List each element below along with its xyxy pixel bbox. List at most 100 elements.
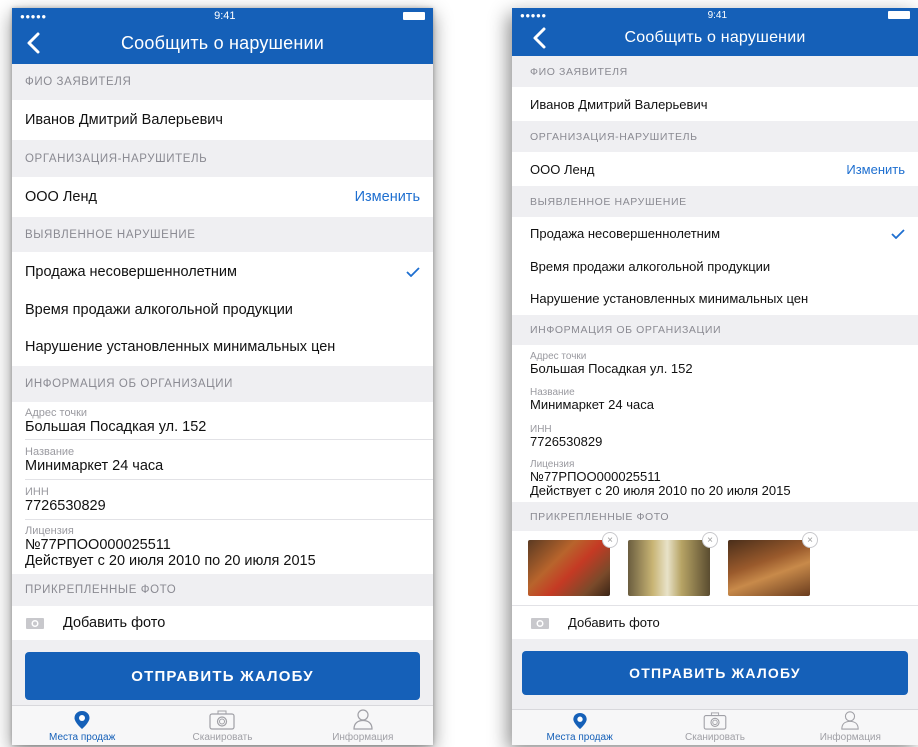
applicant-name: Иванов Дмитрий Валерьевич <box>12 100 433 140</box>
status-bar: ●●●●● 9:41 <box>512 8 918 22</box>
violation-option[interactable]: Нарушение установленных минимальных цен <box>12 328 433 366</box>
camera-icon <box>26 618 44 629</box>
location-pin-icon <box>572 713 587 729</box>
camera-icon <box>209 710 236 730</box>
tab-label: Информация <box>819 732 881 743</box>
attached-photo[interactable]: × <box>728 532 818 596</box>
tab-scan[interactable]: Сканировать <box>647 710 782 745</box>
status-time: 9:41 <box>707 9 728 21</box>
tab-sales-places[interactable]: Места продаж <box>12 706 152 745</box>
add-photo-label: Добавить фото <box>568 615 660 630</box>
submit-area: ОТПРАВИТЬ ЖАЛОБУ <box>12 640 433 712</box>
offender-row: ООО Ленд Изменить <box>512 152 918 186</box>
offender-name: ООО Ленд <box>530 161 595 177</box>
section-photos: ПРИКРЕПЛЕННЫЕ ФОТО <box>12 574 433 606</box>
license-validity: Действует с 20 июля 2010 по 20 июля 2015 <box>25 553 316 569</box>
tab-sales-places[interactable]: Места продаж <box>512 710 647 745</box>
attached-photo[interactable]: × <box>528 532 618 596</box>
section-violation: ВЫЯВЛЕННОЕ НАРУШЕНИЕ <box>12 217 433 252</box>
status-bar: ●●●●● 9:41 <box>12 8 433 24</box>
camera-icon <box>531 617 549 629</box>
add-photo-button[interactable]: Добавить фото <box>512 605 918 639</box>
inn-label: ИНН <box>25 486 49 498</box>
section-applicant: ФИО ЗАЯВИТЕЛЯ <box>512 56 918 87</box>
org-name-field: Название Минимаркет 24 часа <box>12 440 433 480</box>
address-value: Большая Посадкая ул. 152 <box>530 360 693 376</box>
add-photo-label: Добавить фото <box>63 615 166 631</box>
address-label: Адрес точки <box>25 407 88 419</box>
back-arrow-icon[interactable] <box>530 26 550 50</box>
checkmark-icon <box>406 267 420 277</box>
address-value: Большая Посадкая ул. 152 <box>25 419 207 435</box>
tab-bar: Места продаж Сканировать Информация <box>12 705 433 745</box>
violation-option-label: Продажа несовершеннолетним <box>25 264 237 280</box>
org-name-value: Минимаркет 24 часа <box>25 458 164 474</box>
offender-name: ООО Ленд <box>25 189 97 205</box>
applicant-name: Иванов Дмитрий Валерьевич <box>512 87 918 121</box>
tab-label: Сканировать <box>192 732 253 743</box>
violation-option[interactable]: Время продажи алкогольной продукции <box>12 292 433 328</box>
address-field: Адрес точки Большая Посадкая ул. 152 <box>512 345 918 381</box>
inn-field: ИНН 7726530829 <box>12 480 433 520</box>
violation-option[interactable]: Нарушение установленных минимальных цен <box>512 282 918 315</box>
section-offender: ОРГАНИЗАЦИЯ-НАРУШИТЕЛЬ <box>12 140 433 177</box>
violation-option-label: Нарушение установленных минимальных цен <box>25 339 336 355</box>
remove-photo-icon[interactable]: × <box>702 532 718 548</box>
offender-row: ООО Ленд Изменить <box>12 177 433 217</box>
attached-photos: × × × <box>512 531 918 605</box>
signal-indicator: ●●●●● <box>520 10 547 20</box>
signal-indicator: ●●●●● <box>20 11 47 21</box>
section-offender: ОРГАНИЗАЦИЯ-НАРУШИТЕЛЬ <box>512 121 918 152</box>
navigation-bar: Сообщить о нарушении <box>512 22 918 54</box>
address-label: Адрес точки <box>530 350 587 362</box>
person-icon <box>353 709 373 730</box>
change-offender-link[interactable]: Изменить <box>846 162 905 177</box>
violation-option[interactable]: Время продажи алкогольной продукции <box>512 250 918 282</box>
license-field: Лицензия №77РПОО000025511 Действует с 20… <box>12 520 433 574</box>
tab-scan[interactable]: Сканировать <box>152 706 292 745</box>
back-arrow-icon[interactable] <box>24 31 44 55</box>
phone-screen-after: ●●●●● 9:41 Сообщить о нарушении ФИО ЗАЯВ… <box>512 8 918 745</box>
inn-field: ИНН 7726530829 <box>512 418 918 455</box>
section-photos: ПРИКРЕПЛЕННЫЕ ФОТО <box>512 502 918 531</box>
org-name-label: Название <box>25 446 75 458</box>
org-name-value: Минимаркет 24 часа <box>530 397 654 412</box>
tab-label: Места продаж <box>49 732 116 743</box>
camera-icon <box>703 712 727 730</box>
tab-label: Места продаж <box>546 732 613 743</box>
add-photo-button[interactable]: Добавить фото <box>12 606 433 640</box>
section-org-info: ИНФОРМАЦИЯ ОБ ОРГАНИЗАЦИИ <box>512 315 918 345</box>
inn-value: 7726530829 <box>530 434 603 449</box>
violation-option[interactable]: Продажа несовершеннолетним <box>512 217 918 250</box>
violation-option[interactable]: Продажа несовершеннолетним <box>12 252 433 292</box>
license-number: №77РПОО000025511 <box>25 537 171 553</box>
attached-photo[interactable]: × <box>628 532 718 596</box>
page-title: Сообщить о нарушении <box>624 29 806 46</box>
remove-photo-icon[interactable]: × <box>802 532 818 548</box>
tab-label: Информация <box>332 732 394 743</box>
change-offender-link[interactable]: Изменить <box>355 189 420 205</box>
page-title: Сообщить о нарушении <box>120 32 325 53</box>
license-field: Лицензия №77РПОО000025511 Действует с 20… <box>512 455 918 502</box>
section-violation: ВЫЯВЛЕННОЕ НАРУШЕНИЕ <box>512 186 918 217</box>
checkmark-icon <box>891 228 905 239</box>
phone-screen-before: ●●●●● 9:41 Сообщить о нарушении ФИО ЗАЯВ… <box>12 8 433 745</box>
status-time: 9:41 <box>214 10 236 22</box>
license-label: Лицензия <box>25 525 74 537</box>
violation-option-label: Нарушение установленных минимальных цен <box>530 291 809 306</box>
license-number: №77РПОО000025511 <box>530 469 661 484</box>
header: ●●●●● 9:41 Сообщить о нарушении <box>12 8 433 64</box>
header: ●●●●● 9:41 Сообщить о нарушении <box>512 8 918 56</box>
submit-complaint-button[interactable]: ОТПРАВИТЬ ЖАЛОБУ <box>522 651 908 695</box>
violation-option-label: Продажа несовершеннолетним <box>530 226 721 241</box>
tab-bar: Места продаж Сканировать Информация <box>512 709 918 745</box>
submit-complaint-button[interactable]: ОТПРАВИТЬ ЖАЛОБУ <box>25 652 420 700</box>
tab-info[interactable]: Информация <box>293 706 433 745</box>
person-icon <box>841 711 860 730</box>
remove-photo-icon[interactable]: × <box>602 532 618 548</box>
tab-label: Сканировать <box>685 732 745 743</box>
section-applicant: ФИО ЗАЯВИТЕЛЯ <box>12 64 433 100</box>
violation-option-label: Время продажи алкогольной продукции <box>530 258 771 274</box>
tab-info[interactable]: Информация <box>783 710 918 745</box>
battery-icon <box>887 11 910 19</box>
